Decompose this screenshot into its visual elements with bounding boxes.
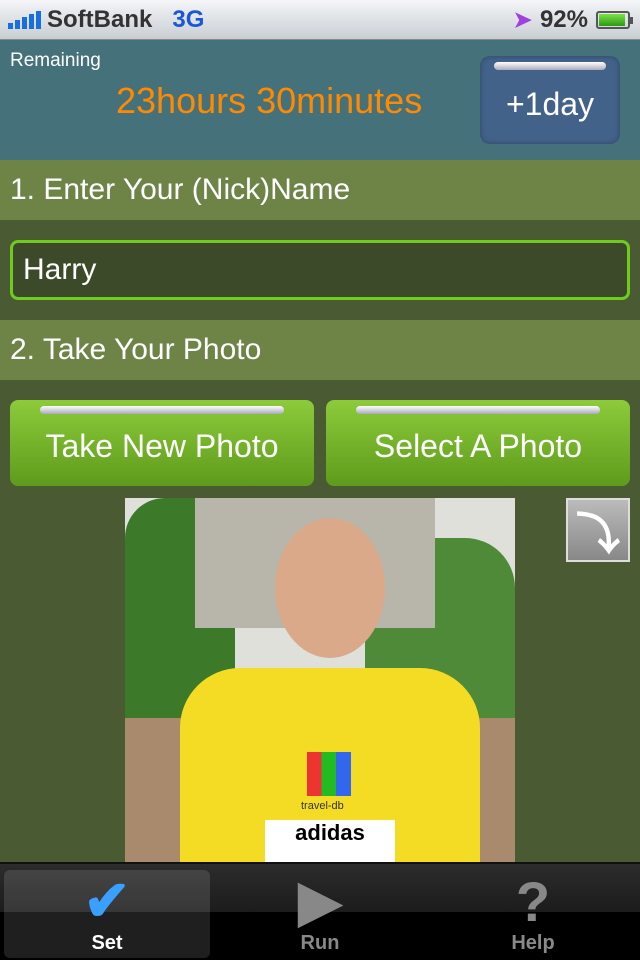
user-photo: travel-db adidas bbox=[125, 498, 515, 862]
select-photo-button[interactable]: Select A Photo bbox=[326, 400, 630, 486]
tab-label: Help bbox=[511, 932, 555, 954]
tab-help[interactable]: ? Help bbox=[430, 870, 636, 958]
question-icon: ? bbox=[515, 869, 551, 933]
rotate-arrow-icon: ⤵ bbox=[576, 510, 620, 559]
location-icon: ➤ bbox=[513, 6, 532, 32]
battery-icon bbox=[596, 10, 633, 29]
step1-heading: 1. Enter Your (Nick)Name bbox=[0, 160, 640, 220]
remaining-time: 23hours 30minutes bbox=[116, 80, 423, 121]
add-day-button[interactable]: +1day bbox=[480, 56, 620, 144]
shirt-text: travel-db bbox=[301, 800, 344, 812]
tab-set[interactable]: ✔ Set bbox=[4, 869, 210, 958]
checkmark-icon: ✔ bbox=[83, 869, 131, 932]
network-type: 3G bbox=[172, 5, 205, 33]
remaining-label: Remaining bbox=[10, 50, 101, 71]
name-input[interactable]: Harry bbox=[10, 240, 630, 300]
tab-bar: ✔ Set ▶ Run ? Help bbox=[0, 862, 640, 960]
tab-label: Set bbox=[91, 932, 123, 954]
race-bib: adidas bbox=[265, 820, 395, 862]
step2-heading: 2. Take Your Photo bbox=[0, 320, 640, 380]
carrier: SoftBank bbox=[47, 5, 153, 33]
rotate-photo-button[interactable]: ⤵ bbox=[566, 498, 630, 562]
status-bar: SoftBank 3G ➤ 92% bbox=[0, 0, 640, 40]
take-photo-button[interactable]: Take New Photo bbox=[10, 400, 314, 486]
remaining-header: Remaining 23hours 30minutes +1day bbox=[0, 40, 640, 160]
play-icon: ▶ bbox=[298, 869, 342, 932]
tab-run[interactable]: ▶ Run bbox=[217, 869, 423, 958]
signal-icon bbox=[8, 10, 41, 29]
battery-percent: 92% bbox=[539, 5, 588, 33]
tab-label: Run bbox=[300, 932, 340, 954]
